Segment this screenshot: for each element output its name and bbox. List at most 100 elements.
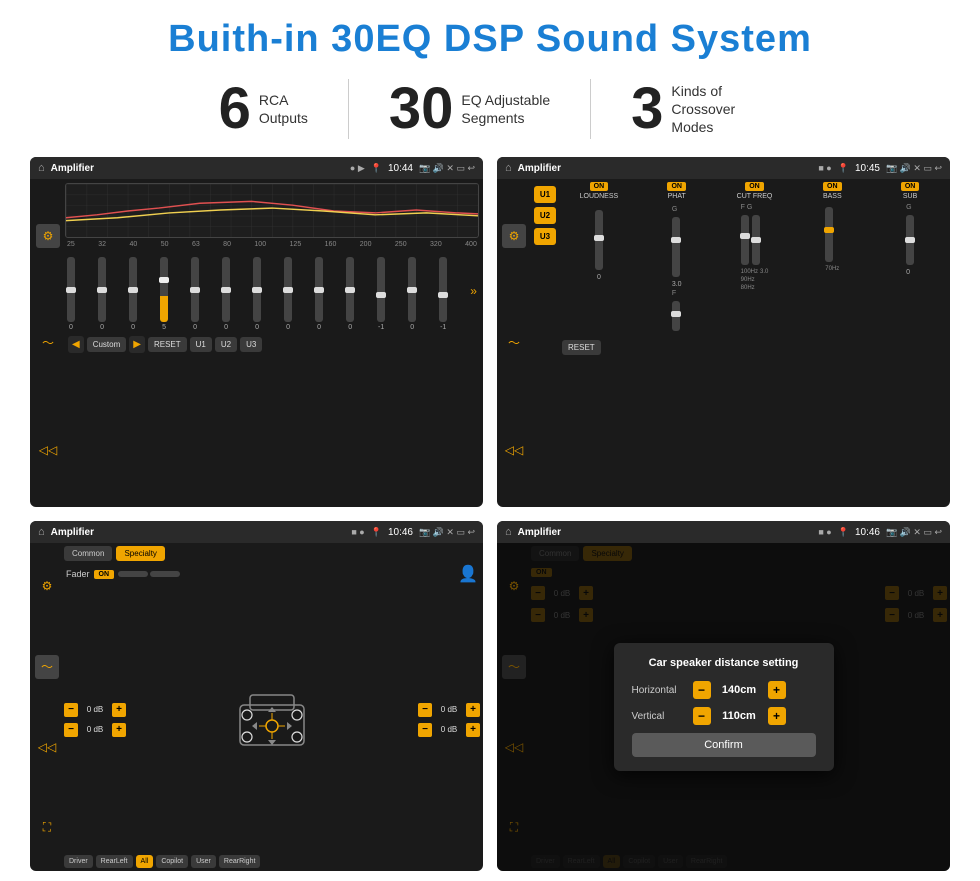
- fader-car-area: − 0 dB + − 0 dB +: [64, 587, 480, 852]
- btn-rearright[interactable]: RearRight: [219, 855, 261, 868]
- status-icons-3: ■ ●: [351, 527, 364, 537]
- fader-main: Common Specialty Fader ON 👤: [64, 546, 480, 868]
- app-name-1: Amplifier: [51, 163, 344, 174]
- sub-label: SUB: [903, 193, 917, 200]
- tab-common[interactable]: Common: [64, 546, 112, 561]
- eq-slider-2: 0: [98, 257, 106, 331]
- fader-topleft-val: 0 dB: [81, 705, 109, 714]
- fader-car-diagram: [130, 685, 414, 755]
- fader-wave-icon[interactable]: 〜: [35, 655, 59, 679]
- eq-prev-button[interactable]: ◀: [68, 336, 84, 353]
- eq-u2-button[interactable]: U2: [215, 337, 237, 352]
- fader-label: Fader: [66, 569, 90, 579]
- screen-distance: ⌂ Amplifier ■ ● 📍 10:46 📷 🔊 ✕ ▭ ↩ ⚙ 〜 ◁◁…: [497, 521, 950, 871]
- horizontal-value: 140cm: [717, 684, 762, 696]
- btn-copilot[interactable]: Copilot: [156, 855, 188, 868]
- eq-speaker-icon[interactable]: ◁◁: [36, 438, 60, 462]
- fader-topright-plus[interactable]: +: [466, 703, 480, 717]
- fader-sidebar: ⚙ 〜 ◁◁ ⛶: [33, 546, 61, 868]
- stat-crossover-label: Kinds ofCrossover Modes: [671, 82, 761, 137]
- location-icon-3: 📍: [371, 527, 382, 538]
- eq-freq-labels: 25 32 40 50 63 80 100 125 160 200 250 32…: [65, 241, 479, 248]
- fader-speaker-icon[interactable]: ◁◁: [35, 735, 59, 759]
- status-bar-4: ⌂ Amplifier ■ ● 📍 10:46 📷 🔊 ✕ ▭ ↩: [497, 521, 950, 543]
- btn-user[interactable]: User: [191, 855, 216, 868]
- crossover-speaker-icon[interactable]: ◁◁: [502, 438, 526, 462]
- status-bar-1: ⌂ Amplifier ● ▶ 📍 10:44 📷 🔊 ✕ ▭ ↩: [30, 157, 483, 179]
- eq-next-button[interactable]: ▶: [129, 336, 145, 353]
- stat-eq-number: 30: [389, 80, 454, 138]
- channel-phat: ON PHAT G 3.0 F: [640, 182, 714, 333]
- fader-control-bottomleft: − 0 dB +: [64, 723, 126, 737]
- fader-bottom-buttons: Driver RearLeft All Copilot User RearRig…: [64, 855, 480, 868]
- home-icon-4[interactable]: ⌂: [505, 526, 512, 538]
- fader-bottomright-plus[interactable]: +: [466, 723, 480, 737]
- eq-wave-icon[interactable]: 〜: [36, 331, 60, 355]
- u2-button[interactable]: U2: [534, 207, 556, 224]
- fader-right-controls: − 0 dB + − 0 dB +: [418, 703, 480, 737]
- fader-bottomright-minus[interactable]: −: [418, 723, 432, 737]
- eq-sidebar: ⚙ 〜 ◁◁: [34, 183, 62, 503]
- horizontal-plus-button[interactable]: +: [768, 681, 786, 699]
- tab-specialty[interactable]: Specialty: [116, 546, 164, 561]
- home-icon-1[interactable]: ⌂: [38, 162, 45, 174]
- status-time-2: 10:45: [855, 163, 880, 174]
- status-media-icons-1: 📷 🔊 ✕ ▭ ↩: [419, 163, 475, 174]
- eq-reset-button[interactable]: RESET: [148, 337, 187, 352]
- fader-top-row: Fader ON 👤: [64, 564, 480, 584]
- eq-slider-10: 0: [346, 257, 354, 331]
- fader-filter-icon[interactable]: ⚙: [35, 574, 59, 598]
- fader-bottomleft-plus[interactable]: +: [112, 723, 126, 737]
- eq-slider-4: 5: [160, 257, 168, 331]
- eq-custom-button[interactable]: Custom: [87, 337, 127, 352]
- fader-left-controls: − 0 dB + − 0 dB +: [64, 703, 126, 737]
- fader-bottomleft-minus[interactable]: −: [64, 723, 78, 737]
- eq-u1-button[interactable]: U1: [190, 337, 212, 352]
- status-bar-2: ⌂ Amplifier ■ ● 📍 10:45 📷 🔊 ✕ ▭ ↩: [497, 157, 950, 179]
- fader-slider-h2[interactable]: [150, 571, 180, 577]
- fader-topleft-plus[interactable]: +: [112, 703, 126, 717]
- loudness-label: LOUDNESS: [580, 193, 619, 200]
- eq-filter-icon[interactable]: ⚙: [36, 224, 60, 248]
- eq-more-icon[interactable]: »: [470, 284, 477, 298]
- stat-rca: 6 RCAOutputs: [179, 80, 348, 138]
- screen-crossover: ⌂ Amplifier ■ ● 📍 10:45 📷 🔊 ✕ ▭ ↩ ⚙ 〜 ◁◁…: [497, 157, 950, 507]
- distance-dialog: Car speaker distance setting Horizontal …: [614, 643, 834, 771]
- eq-slider-6: 0: [222, 257, 230, 331]
- fader-tabs: Common Specialty: [64, 546, 480, 561]
- crossover-channels-row: ON LOUDNESS 0 ON PHAT G: [562, 182, 947, 333]
- status-icons-1: ● ▶: [350, 163, 365, 174]
- fader-slider-h1[interactable]: [118, 571, 148, 577]
- u1-button[interactable]: U1: [534, 186, 556, 203]
- crossover-wave-icon[interactable]: 〜: [502, 331, 526, 355]
- fader-topright-minus[interactable]: −: [418, 703, 432, 717]
- app-name-4: Amplifier: [518, 527, 813, 538]
- sub-on-badge: ON: [901, 182, 920, 191]
- vertical-plus-button[interactable]: +: [768, 707, 786, 725]
- fader-expand-icon[interactable]: ⛶: [35, 816, 59, 840]
- eq-slider-8: 0: [284, 257, 292, 331]
- home-icon-3[interactable]: ⌂: [38, 526, 45, 538]
- horizontal-minus-button[interactable]: −: [693, 681, 711, 699]
- crossover-filter-icon[interactable]: ⚙: [502, 224, 526, 248]
- vertical-minus-button[interactable]: −: [693, 707, 711, 725]
- u3-button[interactable]: U3: [534, 228, 556, 245]
- crossover-reset-button[interactable]: RESET: [562, 340, 601, 355]
- eq-bottom-bar: ◀ Custom ▶ RESET U1 U2 U3: [65, 334, 479, 355]
- status-time-4: 10:46: [855, 527, 880, 538]
- stat-eq: 30 EQ AdjustableSegments: [349, 80, 590, 138]
- page-container: Buith-in 30EQ DSP Sound System 6 RCAOutp…: [0, 0, 980, 881]
- confirm-button[interactable]: Confirm: [632, 733, 816, 757]
- fader-control-topleft: − 0 dB +: [64, 703, 126, 717]
- app-name-3: Amplifier: [51, 527, 346, 538]
- btn-rearleft[interactable]: RearLeft: [96, 855, 133, 868]
- home-icon-2[interactable]: ⌂: [505, 162, 512, 174]
- eq-chart: [65, 183, 479, 238]
- eq-u3-button[interactable]: U3: [240, 337, 262, 352]
- fader-topleft-minus[interactable]: −: [64, 703, 78, 717]
- cutfreq-on-badge: ON: [745, 182, 764, 191]
- vertical-label: Vertical: [632, 711, 687, 722]
- btn-driver[interactable]: Driver: [64, 855, 93, 868]
- btn-all[interactable]: All: [136, 855, 154, 868]
- fader-topright-val: 0 dB: [435, 705, 463, 714]
